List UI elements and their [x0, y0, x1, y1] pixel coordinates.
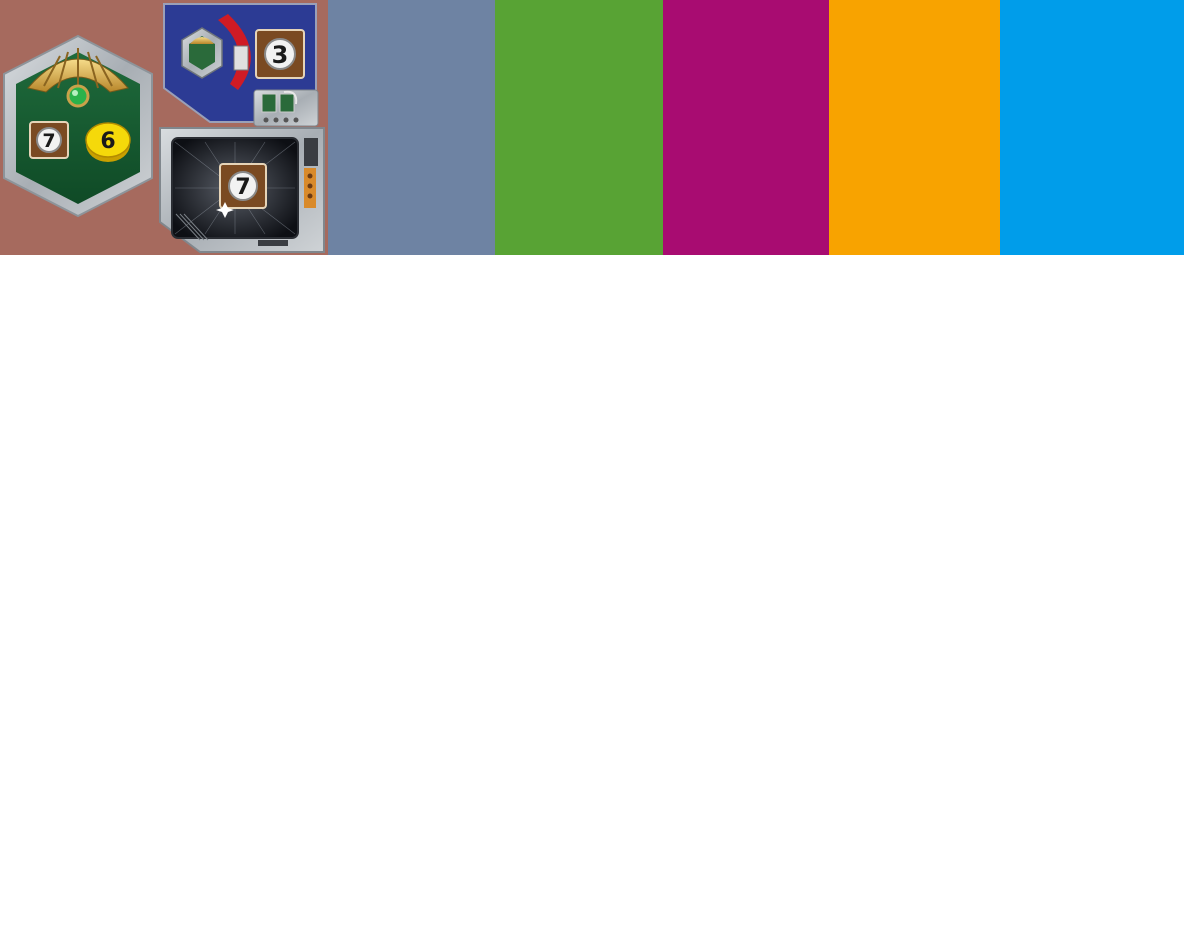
swatch-blue — [1000, 0, 1184, 255]
card-cost-value: 7 — [235, 175, 250, 200]
upgrade-cost-value: 3 — [272, 41, 289, 69]
swatch-orange — [829, 0, 1000, 255]
game-art-svg: 7 6 3 7 — [3, 3, 325, 253]
color-strip: 7 6 3 7 — [0, 0, 1184, 255]
coin-icon: 6 — [85, 122, 131, 162]
swatch-magenta — [663, 0, 829, 255]
game-art-panel: 7 6 3 7 — [0, 0, 328, 255]
mission-cost-value: 7 — [42, 130, 55, 152]
upgrade-panel-icon: 3 — [163, 3, 319, 127]
hex-mission-tile-icon — [3, 34, 153, 218]
card-screen-icon: 7 — [159, 127, 325, 253]
gear-badge-icon: 7 — [29, 121, 69, 159]
mission-reward-value: 6 — [100, 129, 115, 154]
swatch-green — [495, 0, 663, 255]
blank-area — [0, 255, 1184, 936]
swatch-slate — [328, 0, 495, 255]
